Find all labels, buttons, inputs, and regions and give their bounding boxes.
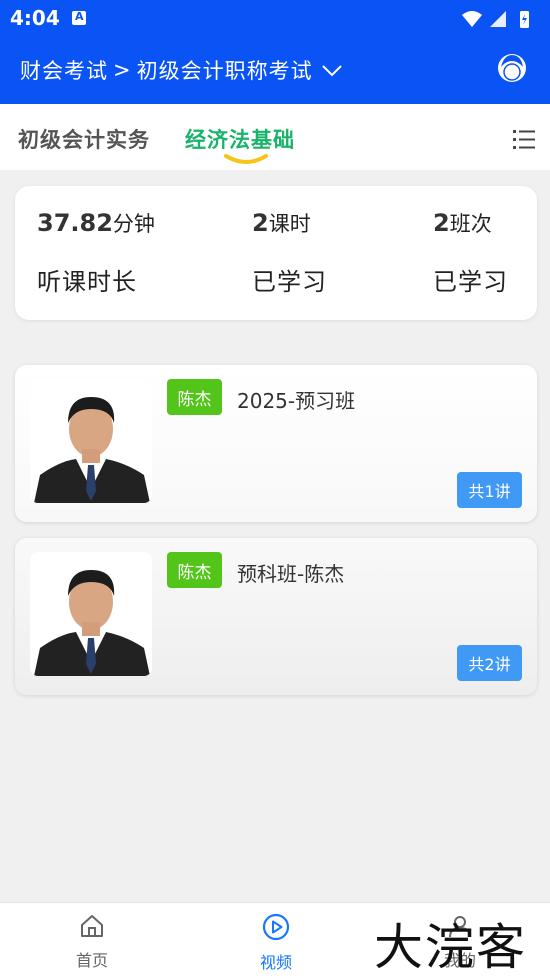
stat-duration: 37.82分钟 听课时长 [37, 208, 155, 296]
lesson-count-badge: 共2讲 [457, 645, 522, 681]
duration-value: 37.82 [37, 209, 113, 237]
nav-home[interactable]: 首页 [47, 913, 137, 971]
course-title: 预科班-陈杰 [237, 562, 345, 586]
nav-video-label: 视频 [259, 953, 292, 972]
duration-label: 听课时长 [37, 268, 137, 296]
lessons-label: 已学习 [252, 268, 327, 296]
teacher-photo [30, 379, 152, 503]
status-icons [462, 11, 529, 28]
status-bar: 4:04 A [0, 0, 550, 36]
breadcrumb-exam: 财会考试 [20, 59, 108, 83]
tab-economic-law[interactable]: 经济法基础 [185, 124, 295, 154]
stat-lessons: 2课时 已学习 [252, 208, 326, 296]
teacher-tag: 陈杰 [167, 552, 222, 588]
course-card[interactable]: 陈杰 预科班-陈杰 共2讲 [15, 538, 537, 695]
tab-accounting-practice[interactable]: 初级会计实务 [18, 124, 150, 154]
chevron-down-icon[interactable] [321, 64, 343, 78]
watermark: 大浣客 [374, 919, 528, 976]
a-notification-icon: A [72, 10, 86, 25]
teacher-tag: 陈杰 [167, 379, 222, 415]
lessons-value: 2 [252, 209, 269, 237]
breadcrumb-separator: > [113, 58, 132, 82]
signal-icon [490, 11, 506, 27]
home-icon [81, 915, 103, 937]
active-tab-indicator [224, 154, 268, 164]
lessons-unit: 课时 [268, 212, 311, 236]
subject-tabs: 初级会计实务 经济法基础 [0, 104, 550, 170]
course-title: 2025-预习班 [237, 389, 356, 413]
wifi-icon [462, 11, 482, 27]
header: 财会考试 > 初级会计职称考试 [0, 36, 550, 104]
breadcrumb-level: 初级会计职称考试 [136, 59, 313, 83]
classes-value: 2 [433, 209, 450, 237]
classes-label: 已学习 [433, 268, 508, 296]
duration-unit: 分钟 [112, 212, 155, 236]
status-time: 4:04 [10, 6, 60, 30]
exam-selector[interactable]: 财会考试 > 初级会计职称考试 [20, 55, 343, 85]
stat-classes: 2班次 已学习 [433, 208, 507, 296]
nav-home-label: 首页 [75, 951, 108, 970]
teacher-photo [30, 552, 152, 676]
list-menu-icon[interactable] [512, 128, 536, 152]
lesson-count-badge: 共1讲 [457, 472, 522, 508]
nav-video[interactable]: 视频 [231, 913, 321, 973]
customer-service-icon[interactable] [496, 51, 528, 87]
play-circle-icon [262, 913, 290, 941]
course-card[interactable]: 陈杰 2025-预习班 共1讲 [15, 365, 537, 522]
classes-unit: 班次 [449, 212, 492, 236]
study-stats-card: 37.82分钟 听课时长 2课时 已学习 2班次 已学习 [15, 186, 537, 320]
